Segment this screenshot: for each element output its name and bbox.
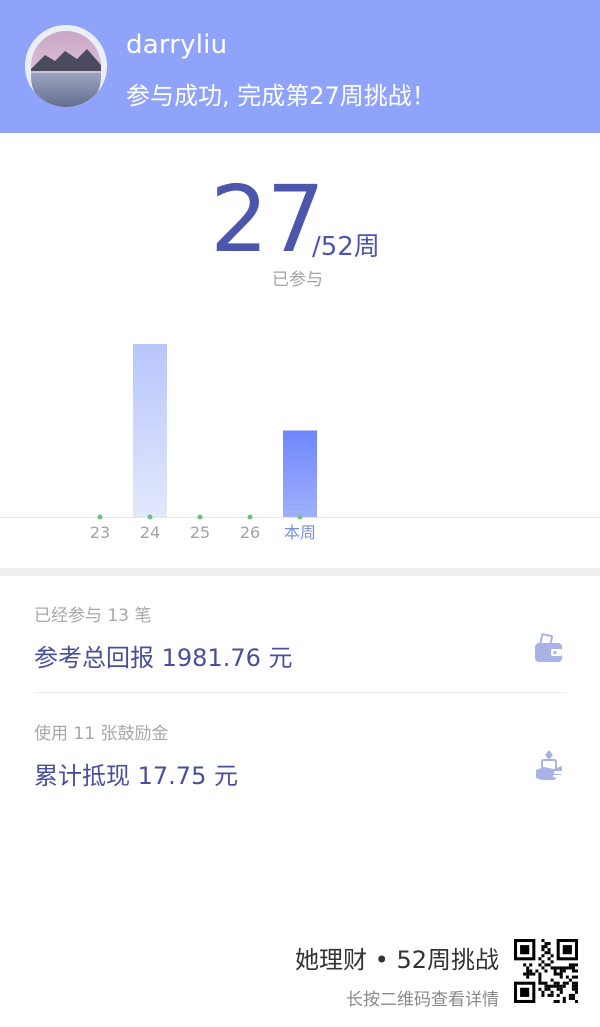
qr-code-icon[interactable]: [514, 939, 578, 1003]
vouchers-used: 使用 11 张鼓励金: [34, 724, 169, 744]
chart-tick-label: 本周: [284, 523, 316, 542]
chart-tick-label: 25: [190, 523, 210, 542]
wallet-icon: [535, 633, 562, 662]
success-message: 参与成功, 完成第27周挑战！: [126, 82, 436, 110]
chart-point-24: [147, 514, 153, 520]
row-divider: [34, 692, 567, 693]
weekly-bar-chart: 23 24 25 26 本周: [0, 344, 600, 542]
chart-bar-24: [133, 344, 167, 517]
avatar[interactable]: [25, 25, 107, 107]
footer-brand: 她理财 • 52周挑战: [295, 946, 499, 974]
username: darryliu: [126, 30, 228, 60]
cash-back-total: 累计抵现 17.75 元: [34, 762, 238, 790]
avatar-image: [25, 25, 107, 107]
participated-count: 已经参与 13 笔: [34, 606, 152, 626]
footer-hint: 长按二维码查看详情: [346, 990, 499, 1010]
chart-point-23: [97, 514, 103, 520]
cash-hand-icon: [536, 750, 563, 780]
joined-label: 已参与: [272, 270, 323, 290]
chart-bar-current: [283, 430, 317, 517]
chart-tick-label: 26: [240, 523, 260, 542]
week-total: /52周: [312, 232, 380, 262]
section-divider: [0, 568, 600, 576]
chart-point-25: [197, 514, 203, 520]
chart-tick-label: 23: [90, 523, 110, 542]
chart-point-26: [247, 514, 253, 520]
total-return: 参考总回报 1981.76 元: [34, 644, 293, 672]
chart-point-current: [297, 514, 303, 520]
chart-tick-label: 24: [140, 523, 160, 542]
header-banner: darryliu 参与成功, 完成第27周挑战！: [0, 0, 600, 133]
week-count: 27: [210, 166, 325, 273]
